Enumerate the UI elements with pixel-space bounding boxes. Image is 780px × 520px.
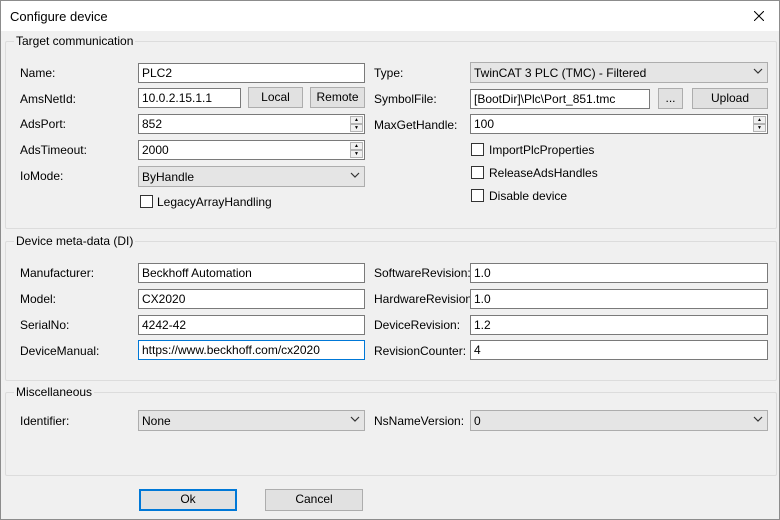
nsnameversion-label: NsNameVersion: <box>374 414 465 428</box>
chevron-down-icon <box>753 416 763 422</box>
devicemanual-field[interactable]: https://www.beckhoff.com/cx2020 <box>138 340 365 360</box>
type-value: TwinCAT 3 PLC (TMC) - Filtered <box>474 66 647 80</box>
release-ads-handles-checkbox[interactable] <box>471 166 484 179</box>
model-field[interactable]: CX2020 <box>138 289 365 309</box>
cancel-button[interactable]: Cancel <box>265 489 363 511</box>
chevron-down-icon <box>350 416 360 422</box>
nsnameversion-value: 0 <box>474 414 481 428</box>
hardware-revision-field[interactable]: 1.0 <box>470 289 768 309</box>
release-ads-handles-label: ReleaseAdsHandles <box>489 166 598 180</box>
title-bar: Configure device <box>1 1 779 31</box>
adstimeout-spinner[interactable]: 2000 ▲ ▼ <box>138 140 365 160</box>
close-button[interactable] <box>747 5 771 27</box>
disable-device-checkbox[interactable] <box>471 189 484 202</box>
serialno-field[interactable]: 4242-42 <box>138 315 365 335</box>
spin-down-icon[interactable]: ▼ <box>350 150 363 158</box>
maxgethandle-label: MaxGetHandle: <box>374 118 458 132</box>
miscellaneous-group: Miscellaneous Identifier: None NsNameVer… <box>5 385 777 476</box>
model-label: Model: <box>20 292 57 306</box>
spin-up-icon[interactable]: ▲ <box>350 142 363 150</box>
group-title: Target communication <box>14 34 136 48</box>
target-communication-group: Target communication Name: PLC2 AmsNetId… <box>5 34 777 229</box>
nsnameversion-select[interactable]: 0 <box>470 410 768 431</box>
configure-device-dialog: Configure device Target communication Na… <box>0 0 780 520</box>
adsport-label: AdsPort: <box>20 117 67 131</box>
identifier-label: Identifier: <box>20 414 70 428</box>
chevron-down-icon <box>350 172 360 178</box>
amsnetid-label: AmsNetId: <box>20 92 77 106</box>
local-button[interactable]: Local <box>248 87 303 108</box>
adstimeout-value: 2000 <box>142 143 169 157</box>
spin-up-icon[interactable]: ▲ <box>753 116 766 124</box>
iomode-value: ByHandle <box>142 170 195 184</box>
manufacturer-field[interactable]: Beckhoff Automation <box>138 263 365 283</box>
group-title: Miscellaneous <box>14 385 95 399</box>
name-field[interactable]: PLC2 <box>138 63 365 83</box>
iomode-label: IoMode: <box>20 169 64 183</box>
software-revision-label: SoftwareRevision: <box>374 266 471 280</box>
hardware-revision-label: HardwareRevision: <box>374 292 476 306</box>
remote-button[interactable]: Remote <box>310 87 365 108</box>
identifier-select[interactable]: None <box>138 410 365 431</box>
name-label: Name: <box>20 66 56 80</box>
close-icon <box>754 11 764 21</box>
maxgethandle-spinner[interactable]: 100 ▲ ▼ <box>470 114 768 134</box>
adsport-value: 852 <box>142 117 163 131</box>
spin-down-icon[interactable]: ▼ <box>753 124 766 132</box>
symbolfile-field[interactable]: [BootDir]\Plc\Port_851.tmc <box>470 89 650 109</box>
manufacturer-label: Manufacturer: <box>20 266 95 280</box>
type-label: Type: <box>374 66 404 80</box>
serialno-label: SerialNo: <box>20 318 70 332</box>
device-revision-field[interactable]: 1.2 <box>470 315 768 335</box>
identifier-value: None <box>142 414 171 428</box>
browse-button[interactable]: ... <box>658 88 683 109</box>
devicemanual-label: DeviceManual: <box>20 344 100 358</box>
revision-counter-label: RevisionCounter: <box>374 344 467 358</box>
legacy-array-checkbox[interactable] <box>140 195 153 208</box>
maxgethandle-value: 100 <box>474 117 495 131</box>
type-select[interactable]: TwinCAT 3 PLC (TMC) - Filtered <box>470 62 768 83</box>
upload-button[interactable]: Upload <box>692 88 768 109</box>
spin-down-icon[interactable]: ▼ <box>350 124 363 132</box>
adstimeout-label: AdsTimeout: <box>20 143 87 157</box>
adsport-spinner[interactable]: 852 ▲ ▼ <box>138 114 365 134</box>
device-metadata-group: Device meta-data (DI) Manufacturer: Beck… <box>5 234 777 381</box>
revision-counter-field[interactable]: 4 <box>470 340 768 360</box>
legacy-array-label: LegacyArrayHandling <box>157 195 272 209</box>
ok-button[interactable]: Ok <box>139 489 237 511</box>
software-revision-field[interactable]: 1.0 <box>470 263 768 283</box>
iomode-select[interactable]: ByHandle <box>138 166 365 187</box>
disable-device-label: Disable device <box>489 189 568 203</box>
spin-up-icon[interactable]: ▲ <box>350 116 363 124</box>
group-title: Device meta-data (DI) <box>14 234 136 248</box>
window-title: Configure device <box>10 9 108 24</box>
device-revision-label: DeviceRevision: <box>374 318 461 332</box>
symbolfile-label: SymbolFile: <box>374 92 437 106</box>
import-plc-properties-checkbox[interactable] <box>471 143 484 156</box>
amsnetid-field[interactable]: 10.0.2.15.1.1 <box>138 88 241 108</box>
chevron-down-icon <box>753 68 763 74</box>
import-plc-properties-label: ImportPlcProperties <box>489 143 595 157</box>
